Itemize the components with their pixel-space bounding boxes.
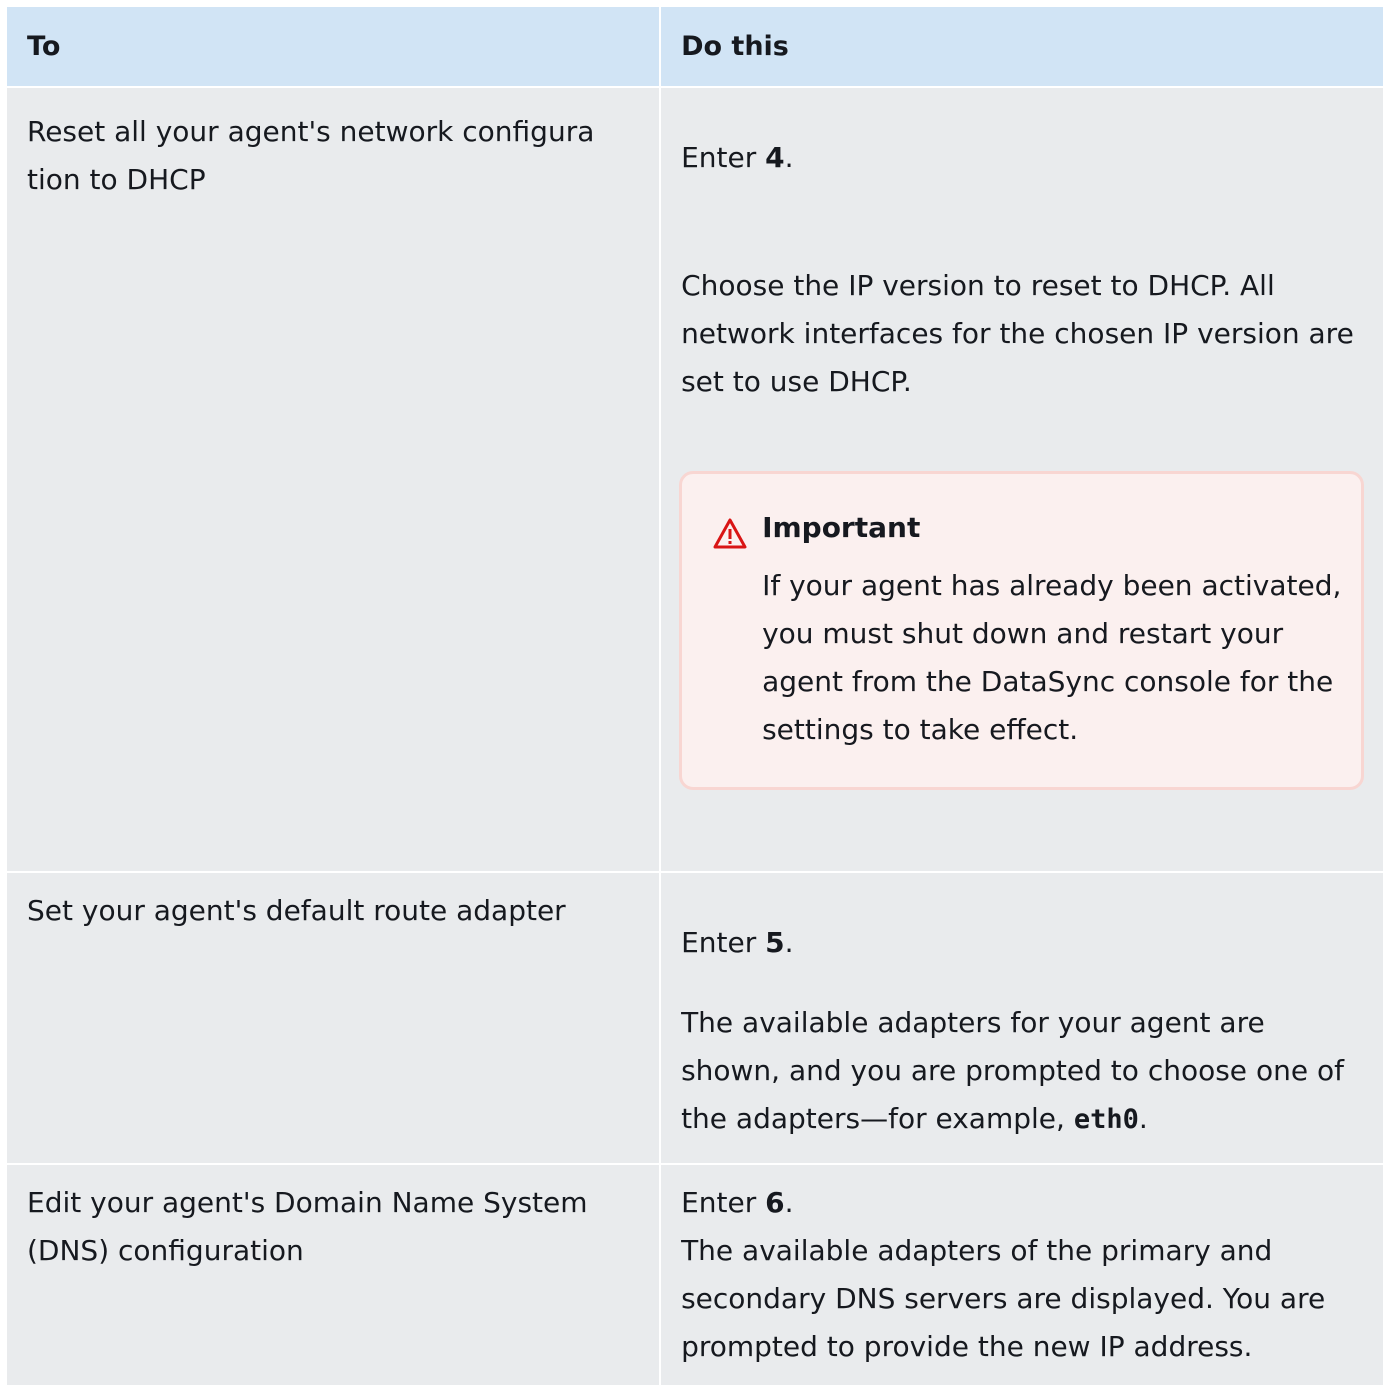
row-description: The available adapters of the primary an…: [681, 1234, 1326, 1363]
enter-instruction: Enter 5.: [681, 926, 794, 959]
callout-body: If your agent has already been activated…: [762, 569, 1342, 746]
table-header-row: To Do this: [7, 7, 1383, 86]
enter-value: 6: [765, 1186, 785, 1219]
adapter-code: eth0: [1073, 1104, 1139, 1135]
table-row: Set your agent's default route adapter E…: [7, 873, 1383, 1163]
row-description: The available adapters for your agent ar…: [681, 1006, 1344, 1135]
enter-instruction: Enter 4.: [681, 141, 794, 174]
row-to-text: Reset all your agent's network configura…: [27, 115, 595, 196]
enter-instruction: Enter 6.: [681, 1186, 794, 1219]
row-to-text: Edit your agent's Domain Name System (DN…: [27, 1186, 588, 1267]
enter-value: 4: [765, 141, 785, 174]
important-callout: Important If your agent has already been…: [679, 471, 1365, 790]
warning-triangle-icon: [713, 518, 747, 549]
header-to: To: [7, 7, 660, 86]
callout-title: Important: [762, 511, 921, 544]
options-table: To Do this Reset all your agent's networ…: [7, 7, 1383, 1385]
header-do-this: Do this: [661, 7, 1383, 86]
row-description: Choose the IP version to reset to DHCP. …: [681, 269, 1354, 398]
row-to-text: Set your agent's default route adapter: [27, 894, 566, 927]
table-row: Edit your agent's Domain Name System (DN…: [7, 1165, 1383, 1385]
enter-value: 5: [765, 926, 785, 959]
table-row: Reset all your agent's network configura…: [7, 88, 1383, 871]
